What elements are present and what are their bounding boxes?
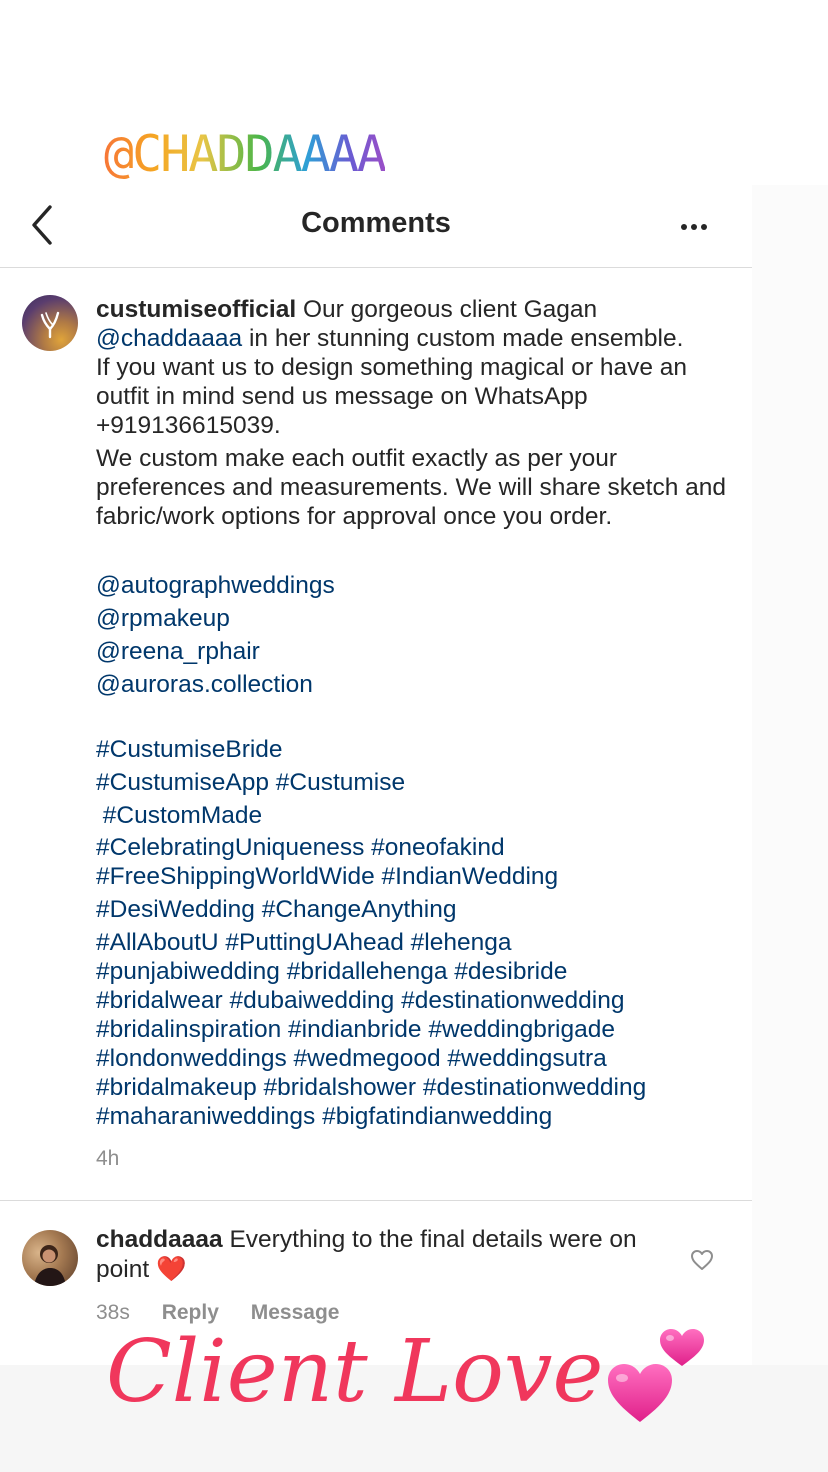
- caption-username[interactable]: custumiseofficial: [96, 296, 296, 323]
- two-hearts-icon: [608, 1329, 704, 1422]
- hashtag-line[interactable]: #maharaniweddings #bigfatindianwedding: [96, 1102, 736, 1131]
- hashtag-line[interactable]: #punjabiwedding #bridallehenga #desibrid…: [96, 957, 736, 986]
- hashtag-line[interactable]: #CustomMade: [96, 799, 736, 832]
- hashtag-line[interactable]: #CustumiseBride: [96, 733, 736, 766]
- avatar[interactable]: [22, 295, 78, 351]
- divider: [0, 1200, 752, 1201]
- comment-username[interactable]: chaddaaaa: [96, 1226, 223, 1253]
- caption-mention[interactable]: @chaddaaaa: [96, 325, 242, 352]
- comment-timestamp: 38s: [96, 1301, 130, 1324]
- more-horizontal-icon[interactable]: [672, 215, 716, 239]
- reply-button[interactable]: Reply: [162, 1301, 219, 1324]
- background-strip: [752, 185, 828, 1365]
- hashtag-line[interactable]: #DesiWedding #ChangeAnything: [96, 895, 736, 924]
- hashtag-line[interactable]: #londonweddings #wedmegood #weddingsutra: [96, 1044, 736, 1073]
- hashtag-line[interactable]: #bridalmakeup #bridalshower #destination…: [96, 1073, 736, 1102]
- hashtag-line[interactable]: #CustumiseApp #Custumise: [96, 766, 736, 799]
- avatar[interactable]: [22, 1230, 78, 1286]
- hashtag-list: #CustumiseBride #CustumiseApp #Custumise…: [96, 733, 736, 832]
- caption-text: in her stunning custom made ensemble.: [248, 325, 684, 352]
- caption-paragraph: If you want us to design something magic…: [96, 354, 688, 439]
- hashtag-line[interactable]: #CelebratingUniqueness #oneofakind: [96, 833, 736, 862]
- mention-link[interactable]: @autographweddings: [96, 569, 736, 602]
- caption-timestamp: 4h: [96, 1147, 120, 1170]
- brand-logo-icon: [40, 311, 60, 339]
- mention-link[interactable]: @reena_rphair: [96, 635, 736, 668]
- caption-text: Our gorgeous client Gagan: [302, 296, 598, 323]
- hashtag-line[interactable]: #bridalwear #dubaiwedding #destinationwe…: [96, 986, 736, 1015]
- comments-header: Comments: [0, 185, 752, 268]
- post-caption: custumiseofficial Our gorgeous client Ga…: [96, 295, 736, 531]
- like-heart-icon[interactable]: [690, 1249, 714, 1271]
- user-photo-icon: [34, 1245, 66, 1286]
- overlay-caption: Client Love: [106, 1322, 604, 1422]
- mention-sticker[interactable]: @CHADDAAAA: [104, 124, 387, 184]
- hashtag-line[interactable]: #bridalinspiration #indianbride #wedding…: [96, 1015, 736, 1044]
- heart-emoji: ❤️: [155, 1256, 187, 1283]
- hashtag-line[interactable]: #AllAboutU #PuttingUAhead #lehenga: [96, 928, 736, 957]
- hashtag-list: #CelebratingUniqueness #oneofakind #Free…: [96, 833, 736, 1131]
- caption-paragraph: We custom make each outfit exactly as pe…: [96, 445, 727, 530]
- comment-text: chaddaaaa Everything to the final detail…: [96, 1225, 666, 1285]
- message-button[interactable]: Message: [251, 1301, 340, 1324]
- comments-screenshot: Comments custumiseofficial Our gorgeous …: [0, 185, 752, 1365]
- mention-list: @autographweddings @rpmakeup @reena_rpha…: [96, 569, 736, 701]
- hashtag-line[interactable]: #FreeShippingWorldWide #IndianWedding: [96, 862, 736, 891]
- page-title: Comments: [301, 207, 451, 239]
- mention-link[interactable]: @auroras.collection: [96, 668, 736, 701]
- mention-link[interactable]: @rpmakeup: [96, 602, 736, 635]
